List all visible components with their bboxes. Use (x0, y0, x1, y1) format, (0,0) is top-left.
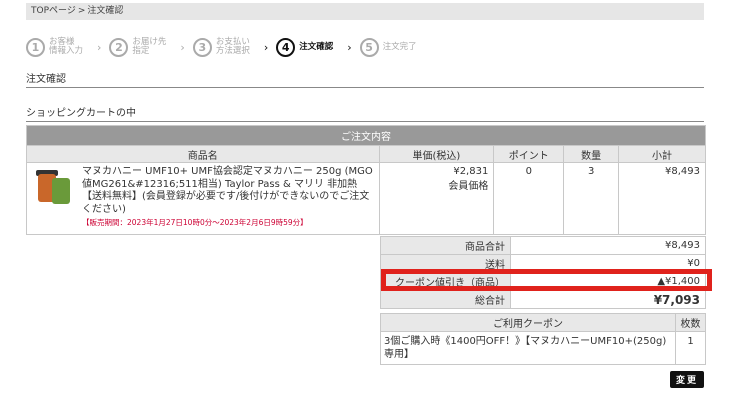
coupon-table: ご利用クーポン 枚数 3個ご購入時《1400円OFF！》【マヌカハニーUMF10… (379, 313, 706, 365)
product-name-link[interactable]: マヌカハニー UMF10+ UMF協会認定マヌカハニー 250g (MGO値MG… (82, 166, 373, 215)
step-payment: 3 お支払い 方法選択 (192, 37, 262, 57)
step-customer-info: 1 お客様 情報入力 (26, 37, 95, 57)
step-4-number: 4 (276, 37, 296, 57)
sale-period: 【販売期間：2023年1月27日10時0分～2023年2月6日9時59分】 (82, 218, 308, 227)
grand-total-label: 総合計 (380, 290, 511, 309)
step-confirm: 4 注文確認 (276, 37, 345, 57)
table-row: 3個ご購入時《1400円OFF！》【マヌカハニーUMF10+(250g)専用】 … (379, 331, 706, 365)
col-header-name: 商品名 (26, 145, 380, 163)
col-header-subtotal: 小計 (618, 145, 706, 163)
step-2-number: 2 (109, 37, 129, 57)
points-value: 0 (493, 162, 565, 235)
step-3-label: お支払い 方法選択 (215, 37, 250, 56)
breadcrumb-separator: > (77, 6, 86, 16)
breadcrumb: TOPページ > 注文確認 (26, 3, 704, 20)
step-1-number: 1 (26, 37, 45, 57)
coupon-name: 3個ご購入時《1400円OFF！》【マヌカハニーUMF10+(250g)専用】 (379, 331, 677, 365)
breadcrumb-current: 注文確認 (87, 6, 124, 16)
order-table: ご注文内容 商品名 単価(税込) ポイント 数量 小計 マヌカハニー UMF10… (26, 125, 706, 235)
step-5-label: 注文完了 (382, 41, 417, 52)
step-4-label: 注文確認 (299, 41, 334, 52)
coupon-header-name: ご利用クーポン (379, 313, 677, 332)
step-2-label: お届け先 指定 (132, 37, 167, 56)
coupon-highlight-box (381, 269, 712, 291)
coupon-count: 1 (675, 331, 706, 365)
step-complete: 5 注文完了 (359, 37, 429, 57)
subtotal-value: ¥8,493 (618, 162, 706, 235)
step-arrow-icon: › (263, 40, 269, 54)
quantity-value: 3 (563, 162, 620, 235)
col-header-points: ポイント (493, 145, 565, 163)
step-arrow-icon: › (97, 40, 102, 54)
step-3-number: 3 (192, 37, 212, 57)
goods-total-label: 商品合計 (380, 236, 511, 255)
page-title: 注文確認 (26, 70, 704, 88)
step-arrow-icon: › (347, 40, 352, 54)
member-price-note: 会員価格 (448, 181, 489, 192)
breadcrumb-home-link[interactable]: TOPページ (31, 6, 76, 16)
unit-price: ¥2,831 (453, 166, 489, 177)
step-5-number: 5 (359, 37, 379, 57)
table-row: マヌカハニー UMF10+ UMF協会認定マヌカハニー 250g (MGO値MG… (26, 162, 706, 235)
change-button[interactable]: 変更 (670, 371, 704, 388)
step-delivery: 2 お届け先 指定 (109, 37, 178, 57)
order-table-caption: ご注文内容 (26, 125, 706, 146)
checkout-steps: 1 お客様 情報入力 › 2 お届け先 指定 › 3 お支払い 方法選択 › 4… (26, 36, 526, 58)
product-image[interactable] (32, 168, 74, 210)
cart-section-title: ショッピングカートの中 (26, 104, 704, 122)
step-arrow-icon: › (180, 40, 185, 54)
col-header-qty: 数量 (563, 145, 620, 163)
col-header-price: 単価(税込) (378, 145, 495, 163)
goods-total-value: ¥8,493 (510, 236, 706, 255)
step-1-label: お客様 情報入力 (49, 37, 84, 56)
grand-total-value: ¥7,093 (510, 290, 706, 309)
coupon-header-count: 枚数 (675, 313, 706, 332)
